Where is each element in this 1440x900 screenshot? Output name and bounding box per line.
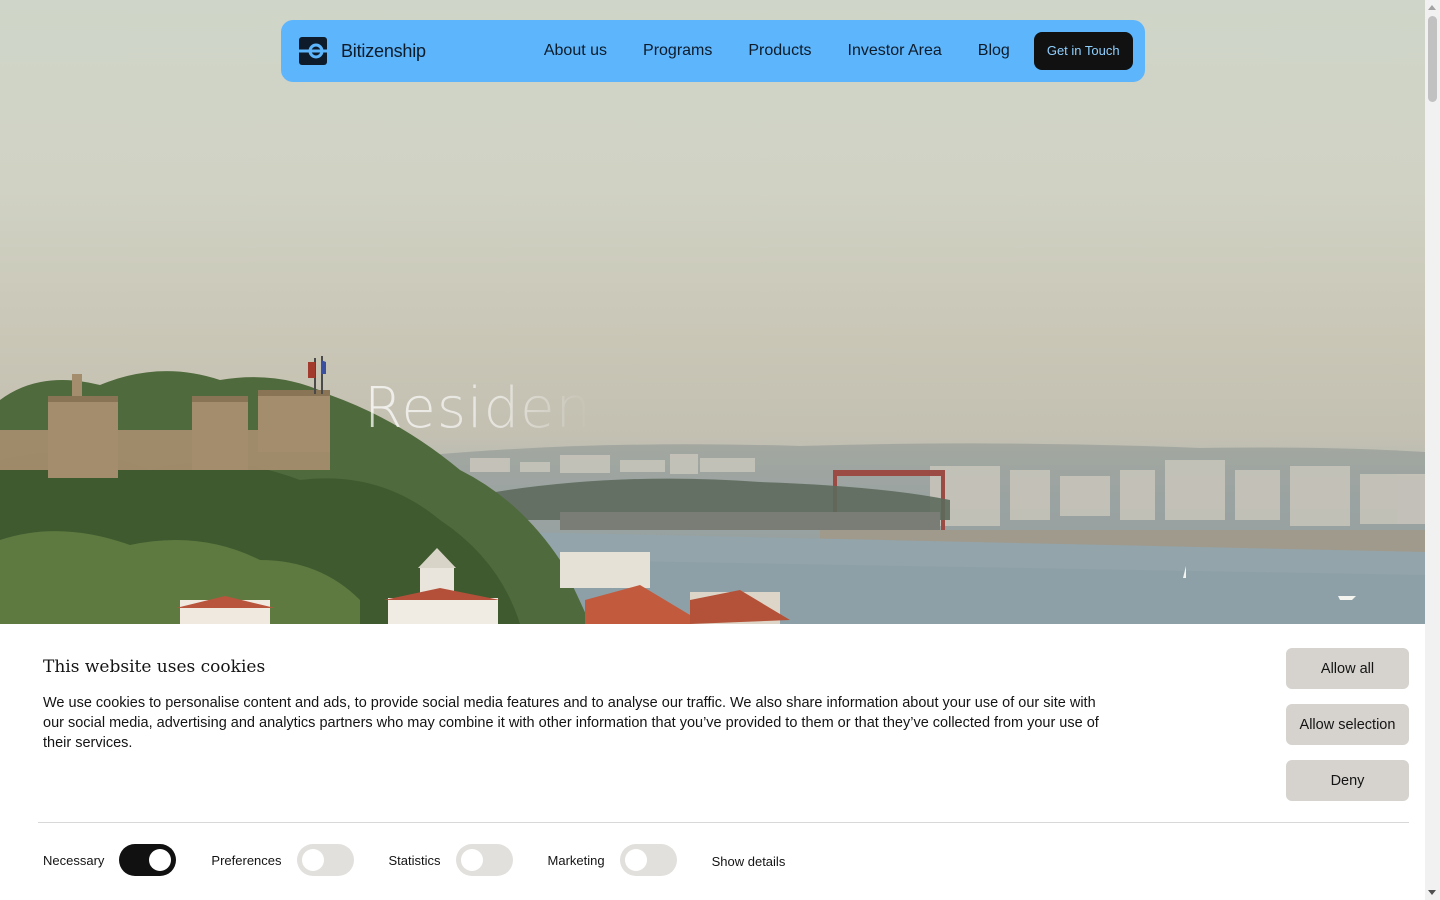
nav-link-about-us[interactable]: About us [526,42,625,60]
marketing-toggle[interactable] [619,844,677,876]
toggle-knob [301,849,324,871]
allow-selection-button[interactable]: Allow selection [1286,704,1409,745]
statistics-toggle[interactable] [455,844,513,876]
toggle-label-marketing: Marketing [547,852,605,868]
hero-section: Residen [0,0,1425,624]
show-details-link[interactable]: Show details [712,854,786,869]
cookie-title: This website uses cookies [43,657,266,677]
bitizenship-logo-icon [299,37,327,65]
cookie-divider [38,822,1409,823]
toggle-label-necessary: Necessary [43,852,105,868]
brand-logo[interactable]: Bitizenship [299,37,426,65]
cookie-description: We use cookies to personalise content an… [43,695,1099,751]
nav-link-investor-area[interactable]: Investor Area [830,42,960,60]
toggle-label-statistics: Statistics [388,852,441,868]
nav-links: About us Programs Products Investor Area… [526,42,1028,60]
nav-link-blog[interactable]: Blog [960,42,1028,60]
scrollbar-thumb[interactable] [1428,16,1437,102]
nav-link-products[interactable]: Products [730,42,829,60]
cookie-banner: This website uses cookies We use cookies… [0,624,1425,900]
scroll-down-arrow-icon[interactable] [1428,890,1436,895]
get-in-touch-button[interactable]: Get in Touch [1033,32,1133,70]
toggle-knob [624,849,647,871]
toggle-label-preferences: Preferences [211,852,282,868]
cookie-toggles: Necessary Preferences Statistics Marketi… [43,844,785,876]
hero-background-image [0,356,1425,624]
nav-link-programs[interactable]: Programs [625,42,730,60]
brand-name: Bitizenship [341,40,426,61]
deny-button[interactable]: Deny [1286,760,1409,801]
toggle-knob [460,849,483,871]
necessary-toggle[interactable] [119,844,177,876]
page-scrollbar[interactable] [1425,0,1440,900]
hero-headline: Residen [364,376,593,441]
scroll-up-arrow-icon[interactable] [1428,5,1436,10]
preferences-toggle[interactable] [296,844,354,876]
top-navigation: Bitizenship About us Programs Products I… [281,20,1145,82]
toggle-knob [149,849,172,871]
allow-all-button[interactable]: Allow all [1286,648,1409,689]
